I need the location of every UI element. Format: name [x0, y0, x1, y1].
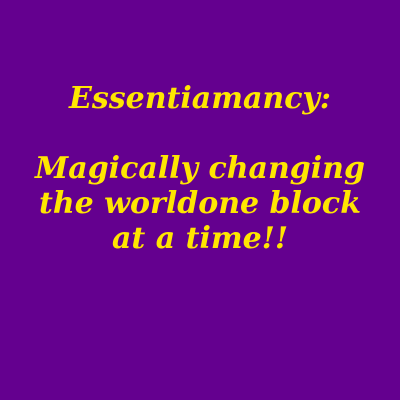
tagline-line-2: the worldone block	[38, 186, 361, 221]
tagline-line-1: Magically changing	[35, 151, 365, 186]
tagline-line-3: at a time!!	[111, 221, 289, 256]
graphic-canvas: Essentiamancy: Magically changing the wo…	[0, 0, 400, 400]
heading: Essentiamancy:	[68, 81, 331, 116]
